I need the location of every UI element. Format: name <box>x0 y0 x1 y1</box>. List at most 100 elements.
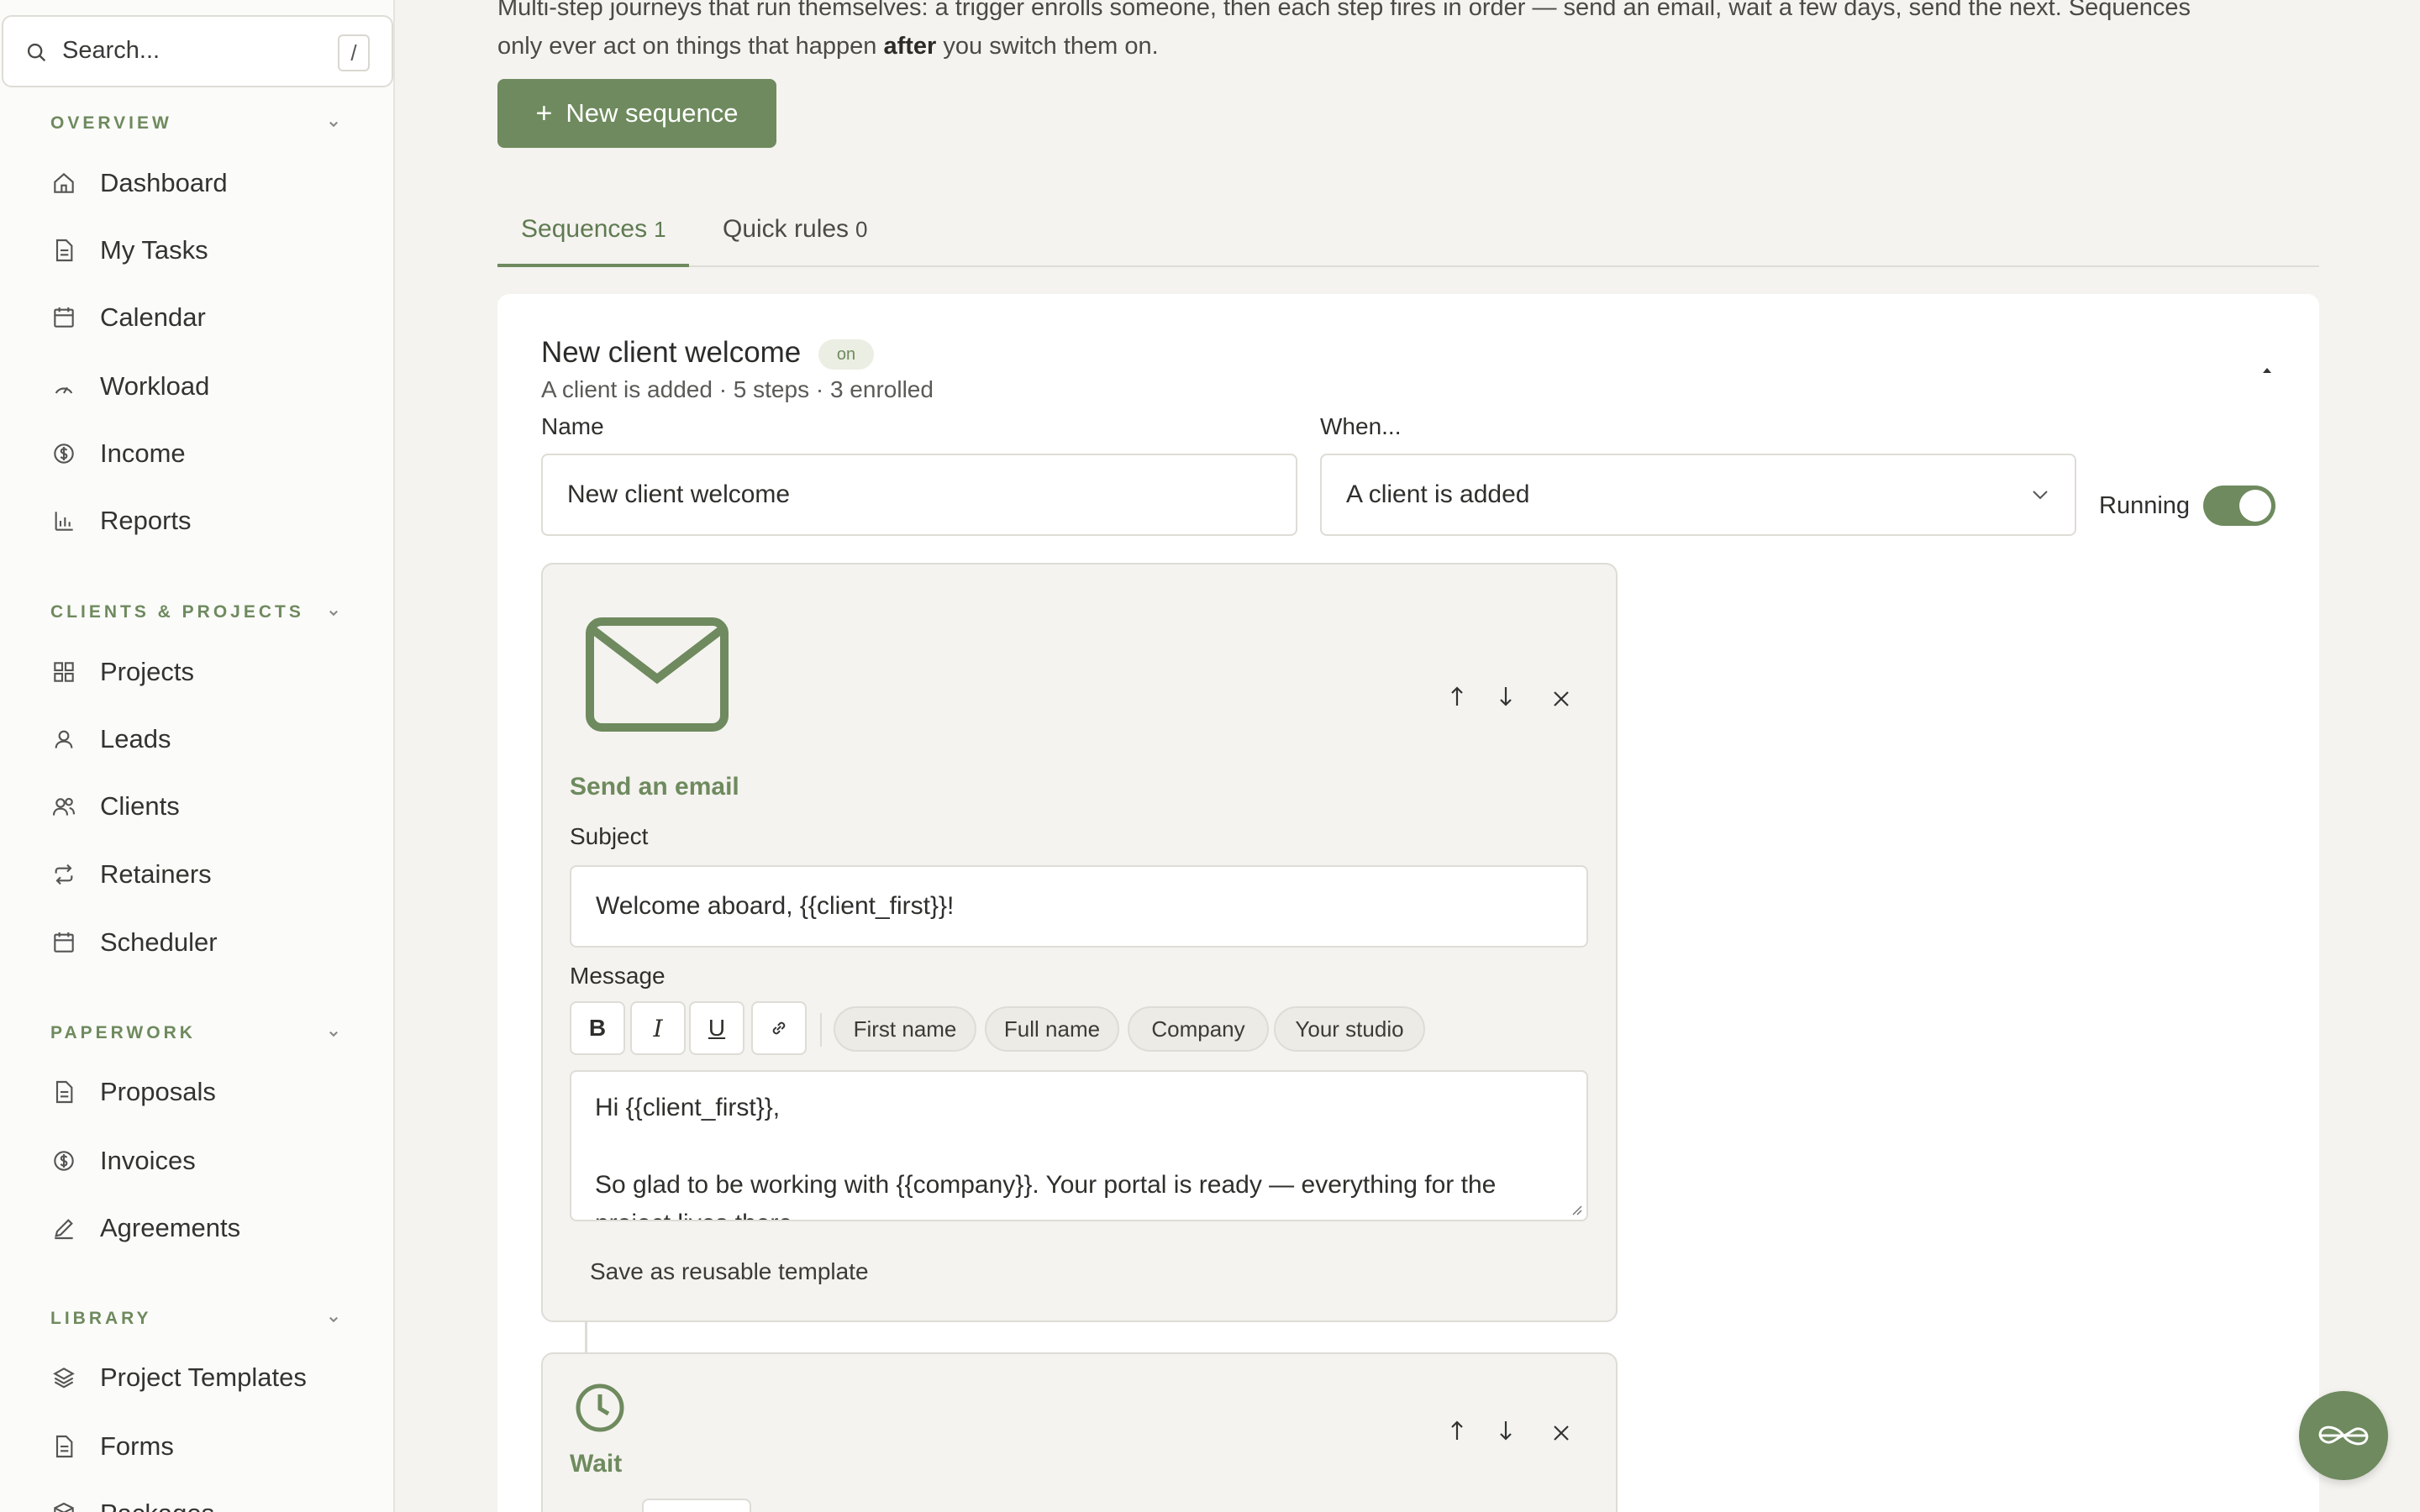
sidebar-item-label: Project Templates <box>100 1362 307 1392</box>
sidebar-item-agreements[interactable]: Agreements <box>50 1205 240 1252</box>
sidebar-item-reports[interactable]: Reports <box>50 497 192 544</box>
running-label: Running <box>2099 492 2191 519</box>
resize-handle-icon[interactable] <box>1568 1201 1583 1216</box>
sidebar-item-income[interactable]: Income <box>50 430 186 477</box>
package-icon <box>54 1502 74 1512</box>
chevron-down-icon[interactable] <box>328 606 339 618</box>
sidebar-item-label: Proposals <box>100 1077 216 1106</box>
subject-input[interactable]: Welcome aboard, {{client_first}}! <box>570 865 1588 948</box>
arrow-down-icon[interactable] <box>1494 1418 1518 1443</box>
sidebar-item-packages[interactable]: Packages <box>50 1490 214 1512</box>
name-label: Name <box>541 413 604 439</box>
arrow-down-icon[interactable] <box>1494 684 1518 709</box>
grid-icon <box>54 662 74 682</box>
section-overview[interactable]: OVERVIEW <box>50 113 172 134</box>
sidebar-item-label: Invoices <box>100 1146 196 1175</box>
chevron-up-icon[interactable] <box>2262 366 2272 375</box>
link-button[interactable] <box>751 1001 807 1055</box>
name-input[interactable]: New client welcome <box>541 454 1297 536</box>
subject-label: Subject <box>570 823 649 849</box>
users-icon <box>52 797 76 816</box>
sidebar-item-scheduler[interactable]: Scheduler <box>50 919 218 966</box>
calendar-icon <box>54 307 74 328</box>
home-icon <box>54 172 74 193</box>
sidebar-item-label: Packages <box>100 1499 214 1512</box>
step-type-label: Send an email <box>570 773 739 801</box>
message-line: project lives there. <box>595 1210 799 1220</box>
sidebar-item-label: Workload <box>100 371 210 401</box>
section-library[interactable]: LIBRARY <box>50 1309 152 1329</box>
plus-icon: + <box>535 97 553 129</box>
message-line: Hi {{client_first}}, <box>595 1094 781 1121</box>
tab-quick-rules[interactable]: Quick rules 0 <box>723 215 868 244</box>
italic-button[interactable]: I <box>630 1001 686 1055</box>
intro-line-1: Multi-step journeys that run themselves:… <box>497 0 2191 21</box>
sequence-summary: A client is added · 5 steps · 3 enrolled <box>541 376 934 402</box>
sidebar-item-label: My Tasks <box>100 235 208 265</box>
chevron-down-icon[interactable] <box>328 1313 339 1325</box>
tab-bar: Sequences 1 Quick rules 0 <box>497 203 2319 267</box>
underline-button[interactable]: U <box>689 1001 744 1055</box>
dollar-circle-icon <box>54 1151 74 1171</box>
search-icon <box>27 43 46 62</box>
search-input[interactable]: Search... <box>62 37 160 65</box>
step-connector <box>585 1320 587 1354</box>
sidebar-item-my-tasks[interactable]: My Tasks <box>50 227 208 274</box>
close-icon[interactable] <box>1549 685 1573 711</box>
tab-sequences[interactable]: Sequences 1 <box>521 215 666 244</box>
sidebar-item-label: Scheduler <box>100 927 218 957</box>
new-sequence-label: New sequence <box>566 98 739 128</box>
sidebar-item-calendar[interactable]: Calendar <box>50 294 206 341</box>
sidebar-item-invoices[interactable]: Invoices <box>50 1137 196 1184</box>
merge-chip-your-studio[interactable]: Your studio <box>1274 1006 1425 1052</box>
message-editor[interactable]: Hi {{client_first}}, So glad to be worki… <box>570 1070 1588 1221</box>
sidebar-item-leads[interactable]: Leads <box>50 716 171 763</box>
arrow-up-icon[interactable] <box>1445 1418 1469 1443</box>
sidebar-item-project-templates[interactable]: Project Templates <box>50 1354 307 1401</box>
section-clients-projects[interactable]: CLIENTS & PROJECTS <box>50 602 304 622</box>
intro-line-2: only ever act on things that happen afte… <box>497 33 1159 60</box>
chevron-down-icon[interactable] <box>328 118 339 129</box>
calendar-icon <box>54 932 74 953</box>
chevron-down-icon[interactable] <box>328 1027 339 1039</box>
sidebar-item-dashboard[interactable]: Dashboard <box>50 160 228 207</box>
user-icon <box>55 730 73 748</box>
sidebar-item-retainers[interactable]: Retainers <box>50 851 212 898</box>
pen-icon <box>55 1219 73 1240</box>
message-line: So glad to be working with {{company}}. … <box>595 1171 1497 1199</box>
new-sequence-button[interactable]: + New sequence <box>497 79 776 148</box>
message-label: Message <box>570 963 666 989</box>
running-toggle[interactable] <box>2203 486 2275 526</box>
toolbar-divider <box>820 1013 822 1047</box>
sidebar-item-label: Forms <box>100 1431 174 1461</box>
sidebar-item-label: Agreements <box>100 1213 241 1242</box>
section-paperwork[interactable]: PAPERWORK <box>50 1023 196 1043</box>
step-type-label: Wait <box>570 1450 623 1478</box>
merge-chip-full-name[interactable]: Full name <box>985 1006 1119 1052</box>
save-template-link[interactable]: Save as reusable template <box>590 1258 869 1285</box>
close-icon[interactable] <box>1549 1420 1573 1445</box>
sidebar-item-label: Projects <box>100 657 194 686</box>
sidebar-item-label: Calendar <box>100 302 206 332</box>
sidebar-item-workload[interactable]: Workload <box>50 363 209 410</box>
search-box[interactable]: Search... / <box>2 15 393 87</box>
sidebar-item-label: Income <box>100 438 186 468</box>
trigger-select[interactable]: A client is added <box>1320 454 2076 536</box>
wait-duration-input[interactable] <box>642 1499 751 1512</box>
sidebar-item-clients[interactable]: Clients <box>50 783 180 830</box>
merge-chip-first-name[interactable]: First name <box>834 1006 976 1052</box>
assistant-button[interactable] <box>2299 1391 2388 1480</box>
sidebar-item-proposals[interactable]: Proposals <box>50 1068 216 1116</box>
search-shortcut: / <box>338 34 370 71</box>
link-icon <box>772 1021 786 1035</box>
sidebar-item-label: Leads <box>100 724 171 753</box>
bold-button[interactable]: B <box>570 1001 625 1055</box>
arrow-up-icon[interactable] <box>1445 684 1469 709</box>
tab-count: 1 <box>654 217 666 242</box>
sidebar-item-projects[interactable]: Projects <box>50 648 194 696</box>
sidebar-item-forms[interactable]: Forms <box>50 1423 174 1470</box>
merge-chip-company[interactable]: Company <box>1128 1006 1269 1052</box>
repeat-icon <box>55 864 73 885</box>
chevron-down-icon <box>2033 491 2048 500</box>
active-tab-indicator <box>497 264 689 267</box>
